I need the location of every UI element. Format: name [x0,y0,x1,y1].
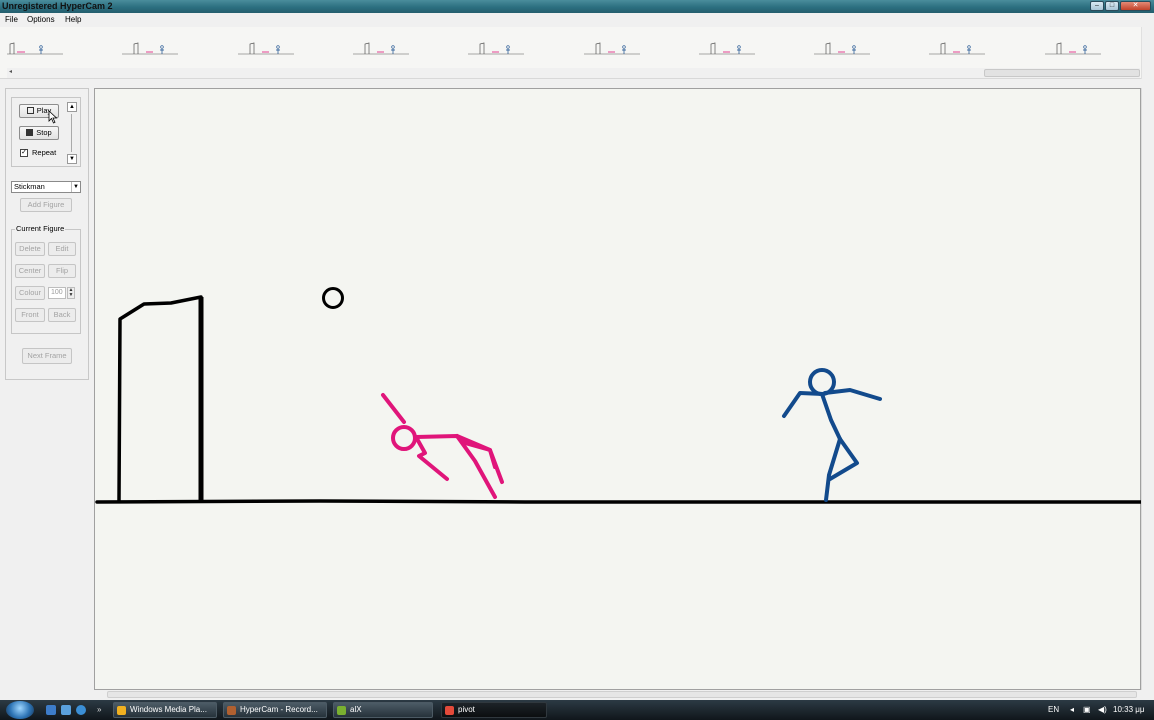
app-icon [445,706,454,715]
taskbar-item-label: pivot [458,705,475,714]
frame-thumbnail[interactable] [582,33,692,63]
opacity-input[interactable]: 100 [48,287,66,299]
menu-file[interactable]: File [5,15,18,25]
figure-type-value: Stickman [14,182,45,191]
start-button[interactable] [6,701,34,719]
current-figure-title: Current Figure [15,224,66,234]
next-frame-button[interactable]: Next Frame [22,348,72,364]
frame-thumbnail[interactable] [5,33,115,63]
mouse-cursor-icon [48,110,58,124]
stop-icon [26,129,34,136]
speed-track [71,114,72,152]
frame-thumbnail[interactable] [466,33,576,63]
add-figure-button[interactable]: Add Figure [20,198,72,212]
app-icon [227,706,236,715]
figure-type-select[interactable]: Stickman ▼ [11,181,81,193]
browser-icon[interactable] [76,705,86,715]
ball [322,287,344,309]
canvas-scroll-thumb[interactable] [107,691,1137,698]
goal-post [117,295,203,502]
taskbar-item[interactable]: HyperCam - Record... [223,702,327,718]
taskbar-item-label: HyperCam - Record... [240,705,318,714]
stop-button[interactable]: Stop [19,126,59,140]
menu-bar: File Options Help [0,13,1154,27]
scroll-left-icon[interactable]: ◂ [9,68,12,75]
edit-button[interactable]: Edit [48,242,76,256]
frame-thumbnail[interactable] [927,33,1037,63]
menu-options[interactable]: Options [27,15,55,25]
title-bar: Unregistered HyperCam 2 – □ ✕ [0,0,1154,13]
show-desktop-icon[interactable] [46,705,56,715]
chevron-down-icon[interactable]: ▼ [71,182,80,192]
language-indicator[interactable]: EN [1048,700,1059,720]
speed-down-icon[interactable]: ▼ [67,154,77,164]
switch-windows-icon[interactable] [61,705,71,715]
network-icon[interactable]: ▣ [1083,700,1091,720]
blue-stickman [782,368,882,502]
pink-stickman [381,393,504,499]
back-button[interactable]: Back [48,308,76,322]
maximize-button[interactable]: □ [1105,1,1119,11]
minimize-button[interactable]: – [1090,1,1104,11]
colour-button[interactable]: Colour [15,286,45,300]
taskbar-item-label: alX [350,705,362,714]
taskbar-item[interactable]: alX [333,702,433,718]
frame-thumbnail[interactable] [120,33,230,63]
frame-thumbnail[interactable] [351,33,461,63]
canvas-vertical-scrollbar[interactable] [1141,88,1154,690]
speed-up-icon[interactable]: ▲ [67,102,77,112]
speed-slider[interactable]: ▲ ▼ [66,100,78,166]
close-button[interactable]: ✕ [1120,1,1151,11]
canvas-horizontal-scrollbar[interactable] [0,690,1154,700]
play-icon [26,107,34,114]
animation-canvas[interactable] [94,88,1142,690]
center-button[interactable]: Center [15,264,45,278]
filmstrip-scrollbar[interactable]: ◂ [7,68,1140,78]
stop-label: Stop [36,128,52,137]
menu-help[interactable]: Help [65,15,81,25]
app-icon [117,706,126,715]
quicklaunch-more-icon[interactable]: » [97,700,101,720]
repeat-label: Repeat [32,148,57,157]
filmstrip-vertical-scrollbar[interactable] [1141,27,1154,79]
taskbar-item[interactable]: Windows Media Pla... [113,702,217,718]
clock: 10:33 μμ [1113,705,1145,714]
taskbar-item[interactable]: pivot [441,702,547,718]
app-icon [337,706,346,715]
delete-button[interactable]: Delete [15,242,45,256]
frame-thumbnail[interactable] [236,33,346,63]
repeat-checkbox[interactable]: ✓ [20,149,28,157]
frame-thumbnail[interactable] [697,33,807,63]
ground-line [95,499,1142,504]
taskbar: » Windows Media Pla... HyperCam - Record.… [0,700,1154,720]
filmstrip-scroll-thumb[interactable] [984,69,1140,77]
front-button[interactable]: Front [15,308,45,322]
taskbar-item-label: Windows Media Pla... [130,705,207,714]
scene-drawing [95,287,1142,504]
opacity-stepper-icon[interactable]: ▲ ▼ [67,287,75,299]
frame-thumbnail[interactable] [812,33,922,63]
volume-icon[interactable]: ◀) [1098,700,1107,720]
flip-button[interactable]: Flip [48,264,76,278]
frame-thumbnail[interactable] [1043,33,1153,63]
window-title: Unregistered HyperCam 2 [2,1,113,11]
tray-expand-icon[interactable]: ◂ [1070,700,1074,720]
